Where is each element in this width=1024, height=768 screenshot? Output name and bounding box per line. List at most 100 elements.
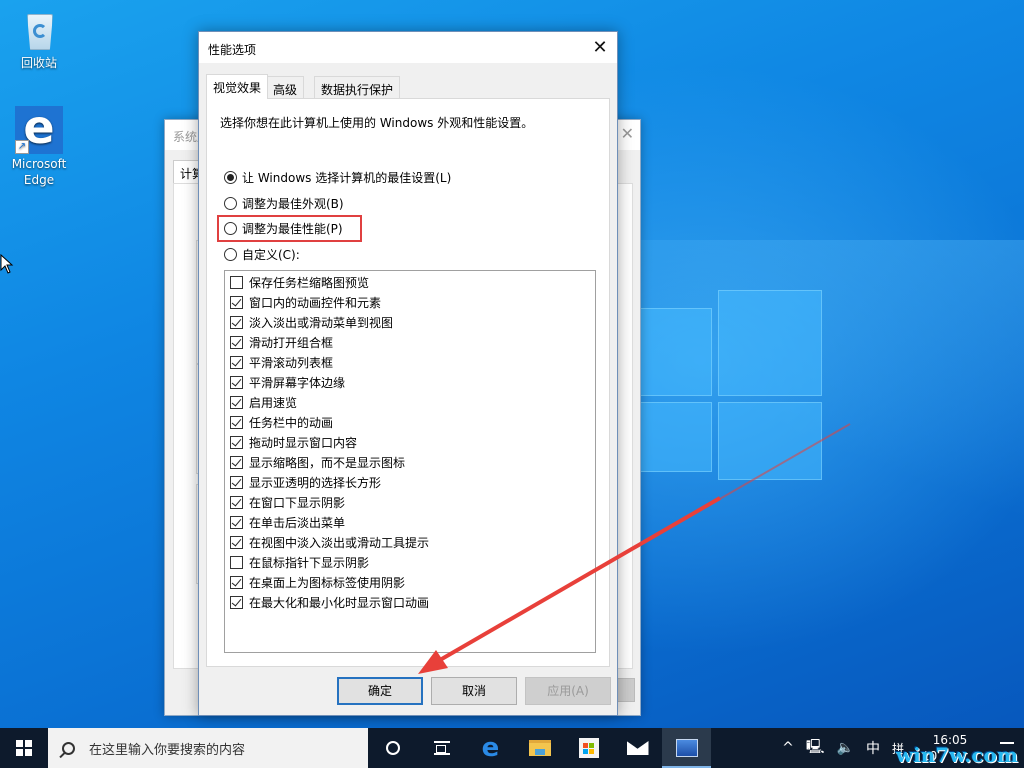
effect-label: 窗口内的动画控件和元素 bbox=[249, 295, 382, 310]
mail-icon bbox=[626, 741, 649, 755]
ime-mode-indicator[interactable]: 拼 bbox=[886, 740, 910, 757]
effect-option[interactable]: 在桌面上为图标标签使用阴影 bbox=[230, 572, 405, 592]
radio-button[interactable] bbox=[224, 247, 237, 261]
checkbox[interactable] bbox=[230, 295, 243, 309]
radio-button[interactable] bbox=[224, 221, 237, 235]
ok-button[interactable]: 确定 bbox=[337, 677, 423, 705]
search-icon bbox=[62, 741, 75, 755]
edge-icon: e ↗ bbox=[15, 100, 63, 154]
taskbar-mail[interactable] bbox=[613, 728, 662, 768]
radio-label: 调整为最佳性能(P) bbox=[242, 221, 343, 236]
close-button[interactable]: ✕ bbox=[583, 32, 617, 63]
checkbox[interactable] bbox=[230, 555, 243, 569]
taskbar-search-box[interactable]: 在这里输入你要搜索的内容 bbox=[48, 728, 368, 768]
desktop: 回收站 e↗ Microsoft Edge 系统属性 ✕ 计算机名 性能选项 ✕… bbox=[0, 0, 1024, 728]
checkbox[interactable] bbox=[230, 355, 243, 369]
taskbar-edge[interactable]: e bbox=[466, 728, 515, 768]
system-properties-icon bbox=[675, 739, 698, 757]
tab-data-execution-prevention[interactable]: 数据执行保护 bbox=[314, 76, 401, 98]
effect-option[interactable]: 显示缩略图，而不是显示图标 bbox=[230, 452, 405, 472]
taskbar-file-explorer[interactable] bbox=[515, 728, 564, 768]
radio-button[interactable] bbox=[224, 196, 237, 210]
radio-best-appearance[interactable]: 调整为最佳外观(B) bbox=[224, 194, 344, 212]
effect-label: 在桌面上为图标标签使用阴影 bbox=[249, 575, 406, 590]
radio-button[interactable] bbox=[224, 170, 237, 184]
effect-option[interactable]: 拖动时显示窗口内容 bbox=[230, 432, 357, 452]
clock-time: 16:05 bbox=[932, 733, 968, 747]
effect-label: 在鼠标指针下显示阴影 bbox=[249, 555, 370, 570]
effect-option[interactable]: 任务栏中的动画 bbox=[230, 412, 333, 432]
taskbar-store[interactable] bbox=[564, 728, 613, 768]
effects-list[interactable]: 保存任务栏缩略图预览 窗口内的动画控件和元素 淡入淡出或滑动菜单到视图 滑动打开组合框… bbox=[224, 270, 596, 653]
effect-option[interactable]: 在单击后淡出菜单 bbox=[230, 512, 345, 532]
effect-label: 滑动打开组合框 bbox=[249, 335, 334, 350]
checkbox[interactable] bbox=[230, 315, 243, 329]
notification-icon bbox=[1000, 742, 1014, 754]
checkbox[interactable] bbox=[230, 495, 243, 509]
effect-option[interactable]: 窗口内的动画控件和元素 bbox=[230, 292, 381, 312]
checkbox[interactable] bbox=[230, 435, 243, 449]
effect-label: 启用速览 bbox=[249, 395, 298, 410]
dialog-titlebar[interactable]: 性能选项 ✕ bbox=[199, 32, 617, 63]
checkbox[interactable] bbox=[230, 475, 243, 489]
clock[interactable]: 16:05 20 bbox=[910, 732, 990, 764]
checkbox[interactable] bbox=[230, 575, 243, 589]
wallpaper-windows-logo bbox=[610, 290, 825, 480]
apply-button[interactable]: 应用(A) bbox=[525, 677, 611, 705]
radio-custom[interactable]: 自定义(C): bbox=[224, 245, 300, 263]
radio-label: 自定义(C): bbox=[242, 247, 300, 262]
checkbox[interactable] bbox=[230, 275, 243, 289]
tab-visual-effects[interactable]: 视觉效果 bbox=[206, 74, 269, 99]
checkbox[interactable] bbox=[230, 395, 243, 409]
desktop-icon-recycle-bin[interactable]: 回收站 bbox=[2, 8, 76, 71]
effect-option[interactable]: 在最大化和最小化时显示窗口动画 bbox=[230, 592, 429, 612]
recycle-bin-icon bbox=[21, 8, 57, 52]
show-hidden-icons-button[interactable]: ^ bbox=[776, 740, 800, 756]
performance-options-dialog: 性能选项 ✕ 视觉效果 高级 数据执行保护 选择你想在此计算机上使用的 Wind… bbox=[198, 31, 618, 716]
volume-icon[interactable]: 🔈 bbox=[831, 740, 860, 756]
task-view-button[interactable] bbox=[417, 728, 466, 768]
network-icon[interactable]: 🖳 bbox=[800, 736, 831, 760]
action-center-button[interactable] bbox=[990, 728, 1024, 768]
checkbox[interactable] bbox=[230, 415, 243, 429]
effect-label: 淡入淡出或滑动菜单到视图 bbox=[249, 315, 394, 330]
desktop-icon-label: 回收站 bbox=[20, 56, 57, 70]
cortana-button[interactable] bbox=[368, 728, 417, 768]
effect-option[interactable]: 在窗口下显示阴影 bbox=[230, 492, 345, 512]
effect-label: 显示缩略图，而不是显示图标 bbox=[249, 455, 406, 470]
checkbox[interactable] bbox=[230, 375, 243, 389]
radio-best-performance[interactable]: 调整为最佳性能(P) bbox=[224, 219, 343, 237]
desktop-icon-edge[interactable]: e ↗ Microsoft Edge bbox=[2, 100, 76, 188]
close-icon[interactable]: ✕ bbox=[621, 124, 634, 143]
cortana-icon bbox=[385, 741, 400, 755]
checkbox[interactable] bbox=[230, 455, 243, 469]
start-button[interactable] bbox=[0, 728, 48, 768]
effect-label: 在单击后淡出菜单 bbox=[249, 515, 346, 530]
effect-option[interactable]: 在视图中淡入淡出或滑动工具提示 bbox=[230, 532, 429, 552]
ime-language-indicator[interactable]: 中 bbox=[860, 738, 886, 758]
checkbox[interactable] bbox=[230, 515, 243, 529]
effect-option[interactable]: 滑动打开组合框 bbox=[230, 332, 333, 352]
effect-label: 平滑滚动列表框 bbox=[249, 355, 334, 370]
checkbox[interactable] bbox=[230, 595, 243, 609]
effect-option[interactable]: 平滑滚动列表框 bbox=[230, 352, 333, 372]
description-text: 选择你想在此计算机上使用的 Windows 外观和性能设置。 bbox=[220, 116, 534, 130]
tab-advanced[interactable]: 高级 bbox=[266, 76, 305, 98]
effect-option[interactable]: 启用速览 bbox=[230, 392, 297, 412]
effect-label: 保存任务栏缩略图预览 bbox=[249, 275, 370, 290]
effect-label: 在窗口下显示阴影 bbox=[249, 495, 346, 510]
edge-icon: e bbox=[481, 733, 500, 763]
effect-option[interactable]: 平滑屏幕字体边缘 bbox=[230, 372, 345, 392]
close-icon: ✕ bbox=[592, 37, 608, 58]
dialog-title: 性能选项 bbox=[208, 43, 257, 57]
checkbox[interactable] bbox=[230, 335, 243, 349]
effect-option[interactable]: 淡入淡出或滑动菜单到视图 bbox=[230, 312, 393, 332]
effect-option[interactable]: 保存任务栏缩略图预览 bbox=[230, 272, 369, 292]
effect-option[interactable]: 显示亚透明的选择长方形 bbox=[230, 472, 381, 492]
cancel-button[interactable]: 取消 bbox=[431, 677, 517, 705]
checkbox[interactable] bbox=[230, 535, 243, 549]
effect-option[interactable]: 在鼠标指针下显示阴影 bbox=[230, 552, 369, 572]
taskbar-system-properties[interactable] bbox=[662, 728, 711, 768]
radio-let-windows-choose[interactable]: 让 Windows 选择计算机的最佳设置(L) bbox=[224, 168, 451, 186]
store-icon bbox=[578, 738, 599, 758]
